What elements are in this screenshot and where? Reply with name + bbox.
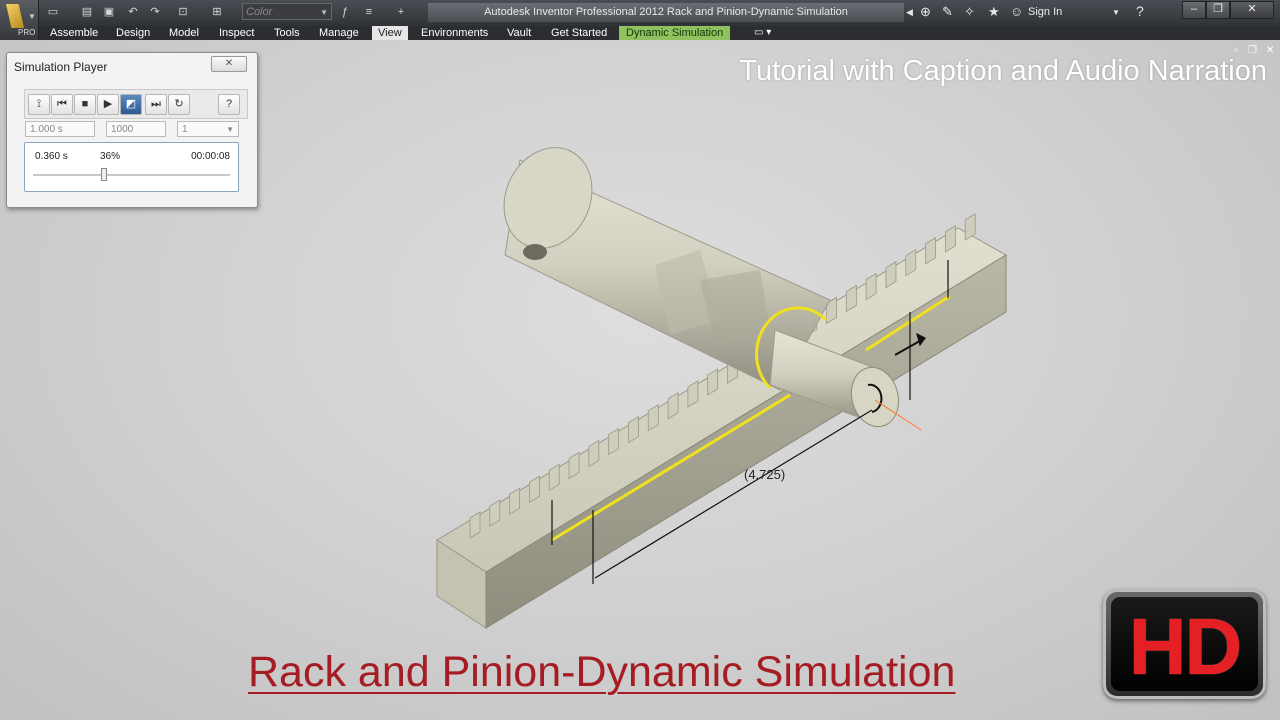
tutorial-caption: Tutorial with Caption and Audio Narratio… — [739, 55, 1267, 87]
end-time-field[interactable]: 1.000 s — [25, 121, 95, 137]
stop-button[interactable]: ■ — [74, 94, 96, 115]
hd-badge-text: HD — [1128, 602, 1243, 691]
panel-title: Simulation Player — [14, 60, 108, 74]
current-time: 0.360 s — [35, 151, 68, 162]
simulation-player-panel: Simulation Player ✕ ⟟ ⏮ ■ ▶ ◩ ⏭ ↻ ? 1.00… — [6, 52, 258, 208]
progress-track — [33, 174, 230, 176]
simulation-status: 0.360 s 36% 00:00:08 — [24, 142, 239, 192]
hd-badge-inner: HD — [1111, 597, 1258, 691]
rewind-button[interactable]: ⏮ — [51, 94, 73, 115]
images-field[interactable]: 1000 — [106, 121, 166, 137]
close-button[interactable]: ✕ — [211, 56, 247, 72]
video-title: Rack and Pinion-Dynamic Simulation — [248, 648, 956, 696]
elapsed-time: 00:00:08 — [191, 151, 230, 162]
hd-badge: HD — [1103, 589, 1266, 699]
end-button[interactable]: ⏭ — [145, 94, 167, 115]
percent-complete: 36% — [100, 151, 121, 162]
rack-tooth — [964, 213, 976, 241]
chevron-down-icon: ▼ — [226, 125, 234, 134]
player-toolbar: ⟟ ⏮ ■ ▶ ◩ ⏭ ↻ ? — [24, 89, 248, 119]
filter-field[interactable]: 1 ▼ — [177, 121, 239, 137]
progress-slider[interactable] — [100, 168, 107, 181]
play-button[interactable]: ▶ — [97, 94, 119, 115]
loop-button[interactable]: ↻ — [168, 94, 190, 115]
help-button[interactable]: ? — [218, 94, 240, 115]
screen-refresh-button[interactable]: ◩ — [120, 94, 142, 115]
dimension-label: (4.725) — [744, 467, 786, 482]
filter-value: 1 — [182, 124, 188, 135]
construction-mode-button[interactable]: ⟟ — [28, 94, 50, 115]
